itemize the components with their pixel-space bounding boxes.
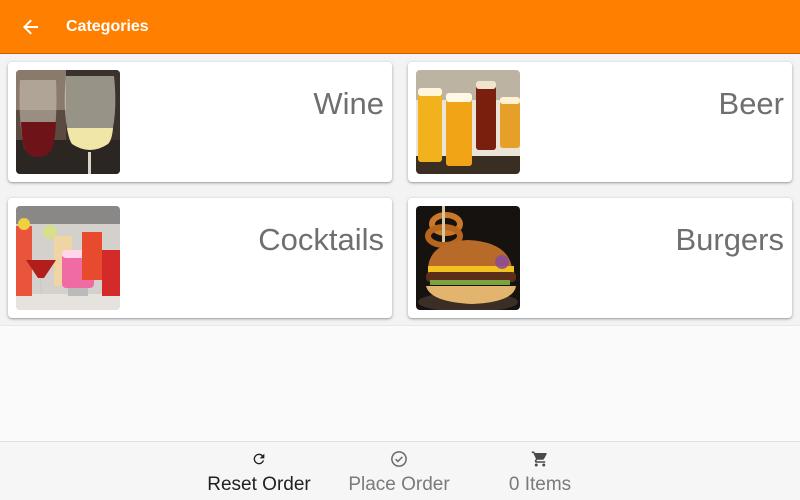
category-label: Beer (718, 86, 784, 121)
check-circle-icon (391, 451, 407, 467)
back-button[interactable] (0, 0, 62, 54)
cart-count-label: 0 Items (508, 474, 572, 495)
refresh-icon (253, 453, 265, 465)
category-label: Burgers (675, 222, 784, 257)
category-card-wine[interactable]: Wine (8, 62, 392, 182)
burger-photo (416, 206, 520, 310)
cocktail-glasses-photo (16, 206, 120, 310)
page-title: Categories (66, 17, 149, 35)
arrow-back-icon (23, 19, 38, 34)
beer-glasses-photo (416, 70, 520, 174)
category-card-burgers[interactable]: Burgers (408, 198, 792, 318)
category-card-beer[interactable]: Beer (408, 62, 792, 182)
category-label: Cocktails (258, 222, 384, 257)
reset-order-label: Reset Order (207, 474, 311, 495)
category-label: Wine (313, 86, 384, 121)
cart-icon (531, 451, 547, 467)
bottom-action-bar: Reset Order Place Order 0 Items (0, 441, 800, 500)
cart-button[interactable]: 0 Items (498, 442, 582, 500)
app-bar: Categories (0, 0, 800, 54)
place-order-label: Place Order (348, 474, 450, 495)
category-grid: Wine Beer Cocktails Burgers (0, 54, 800, 326)
wine-glasses-photo (16, 70, 120, 174)
reset-order-button[interactable]: Reset Order (203, 442, 315, 500)
place-order-button[interactable]: Place Order (343, 442, 455, 500)
category-card-cocktails[interactable]: Cocktails (8, 198, 392, 318)
